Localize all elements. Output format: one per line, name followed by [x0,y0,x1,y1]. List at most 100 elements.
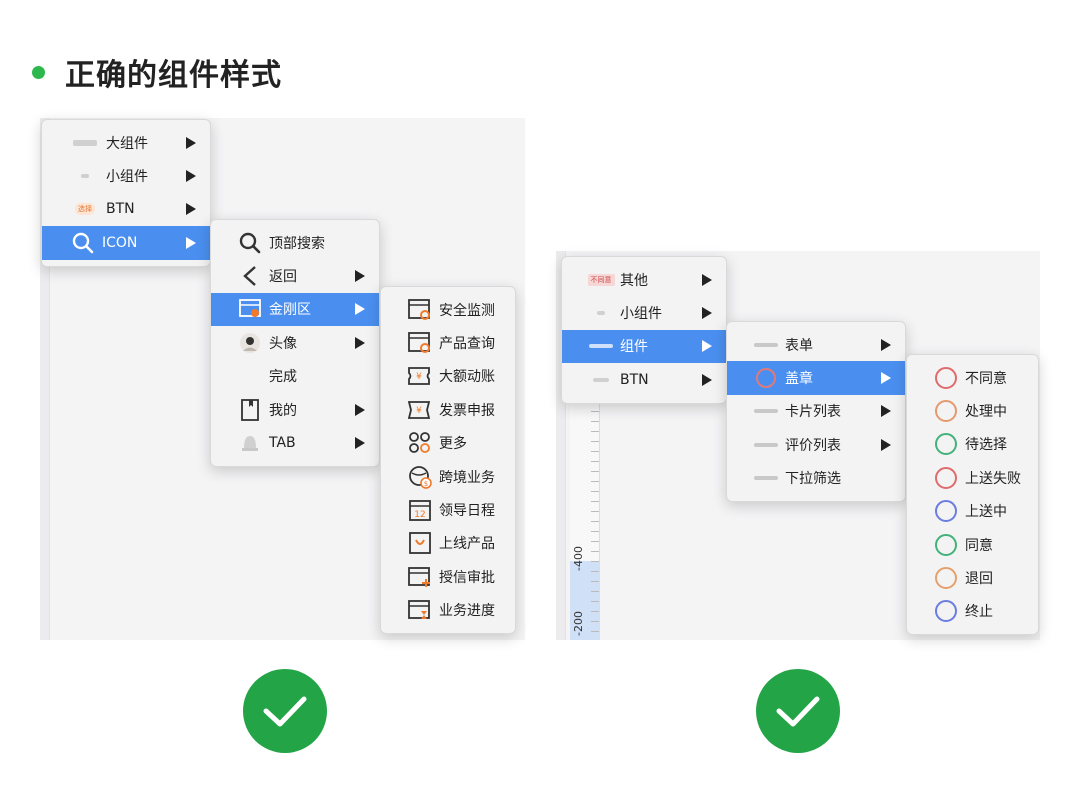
menu-item-bag[interactable]: 上线产品 [381,527,515,560]
menu-item-back-chevron[interactable]: 返回 [211,259,379,292]
submenu-arrow-icon [186,203,196,216]
menu-item-button-thumbnail[interactable]: BTN [562,363,726,396]
button-thumbnail-icon [588,367,614,393]
stamp-icon [933,365,959,391]
menu-item-label: 小组件 [106,169,148,186]
menu-item-tab-bell[interactable]: TAB [211,426,379,459]
menu-item-label: 处理中 [965,404,1007,421]
calendar-icon: 12 [407,497,433,523]
more-grid-icon [407,430,433,456]
menu-item-stamp-thumbnail[interactable]: 盖章 [727,361,905,395]
menu-item-label: 金刚区 [269,302,311,319]
menu-item-label: 授信审批 [439,569,495,586]
menu-item-label: 上送中 [965,504,1007,521]
tag-thumbnail-icon: 不同意 [587,267,615,293]
menu-item-label: 终止 [965,604,993,621]
menu-item-label: 卡片列表 [785,404,841,421]
menu-item-globe-dollar[interactable]: $ 跨境业务 [381,460,515,493]
menu-item-product-search[interactable]: 产品查询 [381,326,515,359]
menu-item-form-thumbnail[interactable]: 表单 [727,328,905,361]
small-thumbnail-icon [70,163,100,189]
menu-item-label: 上送失败 [965,470,1021,487]
invoice-icon: ¥ [407,397,433,423]
search-icon [70,230,96,256]
ruler-label: -400 [572,546,585,571]
menu-item-label: BTN [106,201,135,218]
menu-item-label: 上线产品 [439,536,495,553]
card-grid-icon [237,296,263,322]
submenu-arrow-icon [186,170,196,183]
menu-item-label: 跨境业务 [439,469,495,486]
menu-item-label: 大额动账 [439,369,495,386]
menu-item-more-grid[interactable]: 更多 [381,427,515,460]
menu-item-bookmark[interactable]: 我的 [211,393,379,426]
menu-item-label: 小组件 [620,306,662,323]
menu-item-stamp[interactable]: 上送失败 [907,461,1038,494]
ruler-ticks [591,391,599,640]
menu-item-label: 业务进度 [439,603,495,620]
menu-item-filter-thumbnail[interactable]: 下拉筛选 [727,462,905,495]
text-thumbnail-icon [588,333,614,359]
submenu-arrow-icon [355,403,365,416]
vertical-ruler: -400 -200 0 200 [570,391,600,640]
check-icon [243,669,327,753]
menu-item-stamp[interactable]: 同意 [907,528,1038,561]
menu-item-stamp[interactable]: 不同意 [907,361,1038,394]
menu-item-text-thumbnail[interactable]: 组件 [562,329,726,364]
menu-item-calendar[interactable]: 12 领导日程 [381,493,515,526]
menu-item-label: TAB [269,435,296,452]
svg-text:12: 12 [414,510,425,520]
menu-item-search[interactable]: 顶部搜索 [211,226,379,259]
back-chevron-icon [237,263,263,289]
search-icon [237,230,263,256]
menu-item-large-transfer[interactable]: ¥ 大额动账 [381,360,515,393]
submenu-arrow-icon [186,236,196,249]
menu-item-stamp[interactable]: 待选择 [907,428,1038,461]
menu-item-button-thumbnail[interactable]: 选择 BTN [42,193,210,226]
left-menu-level2: 顶部搜索 返回金刚区头像完成 我的 TAB [210,219,380,467]
menu-item-plain[interactable]: 完成 [211,360,379,393]
menu-item-credit-approval[interactable]: 授信审批 [381,560,515,593]
menu-item-wide-thumbnail[interactable]: 大组件 [42,126,210,159]
stamp-icon [933,431,959,457]
menu-item-card-grid[interactable]: 金刚区 [211,292,379,327]
menu-item-stamp[interactable]: 终止 [907,595,1038,628]
menu-item-tag-thumbnail[interactable]: 不同意 其他 [562,263,726,296]
avatar-icon [237,330,263,356]
left-menu-level3: 安全监测 产品查询 ¥ 大额动账 ¥ 发票申报 更多 $ 跨境业务 12 领导日程 上线产品 授信审批业… [380,286,516,634]
right-menu-level2: 表单 盖章卡片列表评价列表 下拉筛选 [726,321,906,502]
menu-item-avatar[interactable]: 头像 [211,326,379,359]
menu-item-shield-monitor[interactable]: 安全监测 [381,293,515,326]
blank-icon [237,363,263,389]
submenu-arrow-icon [881,405,891,418]
right-menu-level3: 不同意处理中待选择上送失败上送中同意 退回终止 [906,354,1039,636]
menu-item-small-thumbnail[interactable]: 小组件 [562,296,726,329]
menu-item-review-thumbnail[interactable]: 评价列表 [727,428,905,461]
product-search-icon [407,330,433,356]
menu-item-stamp[interactable]: 处理中 [907,394,1038,427]
section-heading: 正确的组件样式 [32,50,282,94]
menu-item-card-thumbnail[interactable]: 卡片列表 [727,395,905,428]
form-thumbnail-icon [753,332,779,358]
menu-item-label: 头像 [269,335,297,352]
stamp-icon [933,398,959,424]
menu-item-label: 其他 [620,272,648,289]
tab-bell-icon [237,430,263,456]
menu-item-label: ICON [102,234,138,251]
shield-monitor-icon [407,297,433,323]
menu-item-stamp[interactable]: 上送中 [907,495,1038,528]
menu-item-small-thumbnail[interactable]: 小组件 [42,159,210,192]
menu-item-stamp[interactable]: 退回 [907,561,1038,594]
right-menu-level1: 不同意 其他小组件组件 BTN [561,256,727,404]
svg-text:¥: ¥ [416,406,422,416]
small-thumbnail-icon [588,300,614,326]
badge-label: 不同意 [587,273,615,286]
stamp-icon [933,598,959,624]
menu-item-invoice[interactable]: ¥ 发票申报 [381,393,515,426]
submenu-arrow-icon [186,136,196,149]
menu-item-search[interactable]: ICON [42,226,210,260]
menu-item-label: 待选择 [965,437,1007,454]
menu-item-progress[interactable]: 业务进度 [381,594,515,627]
stamp-icon [933,532,959,558]
badge-label: 选择 [75,203,95,216]
